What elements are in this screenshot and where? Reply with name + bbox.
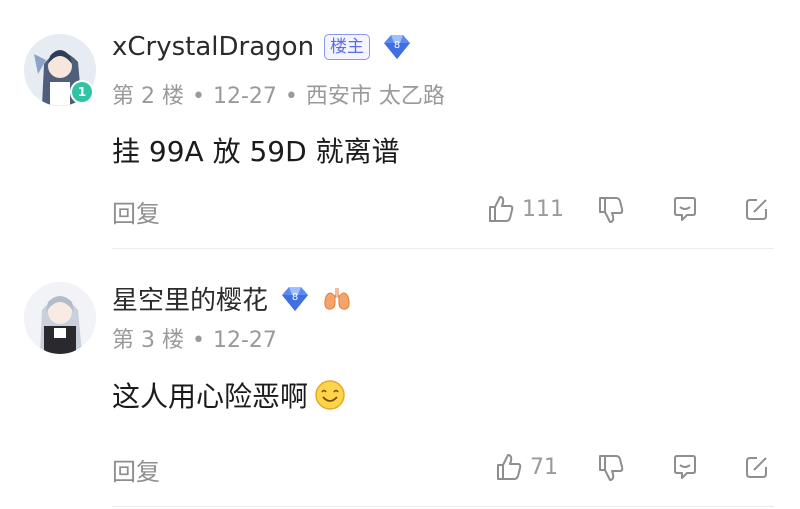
reply-button[interactable]: 回复 <box>112 452 160 487</box>
avatar[interactable] <box>24 282 96 354</box>
action-bar: 回复 71 <box>0 448 800 488</box>
floor-label: 第 3 楼 <box>112 328 184 353</box>
smile-emoji-icon <box>315 380 345 410</box>
separator-dot: • <box>191 328 205 353</box>
comment-item: 星空里的樱花 8 第 3 楼 • 12-27 这人用心险恶啊 回复 71 <box>0 0 800 507</box>
comment-icon[interactable] <box>670 452 700 482</box>
comment-body: 这人用心险恶啊 <box>112 380 309 413</box>
like-button[interactable]: 71 <box>494 452 558 482</box>
diamond-gem-icon: 8 <box>282 286 309 311</box>
comment-date: 12-27 <box>212 328 277 353</box>
thumbs-down-icon[interactable] <box>596 452 626 482</box>
name-row: 星空里的樱花 8 <box>112 280 352 317</box>
divider <box>112 506 774 507</box>
like-count: 71 <box>530 454 558 480</box>
comment-text: 这人用心险恶啊 <box>112 375 346 415</box>
gem-level-number: 8 <box>292 292 298 303</box>
share-icon[interactable] <box>742 452 772 482</box>
username[interactable]: 星空里的樱花 <box>112 280 268 317</box>
comment-meta: 第 3 楼 • 12-27 <box>112 322 277 354</box>
lungs-badge-icon <box>324 287 350 310</box>
thumbs-up-icon <box>497 454 522 480</box>
